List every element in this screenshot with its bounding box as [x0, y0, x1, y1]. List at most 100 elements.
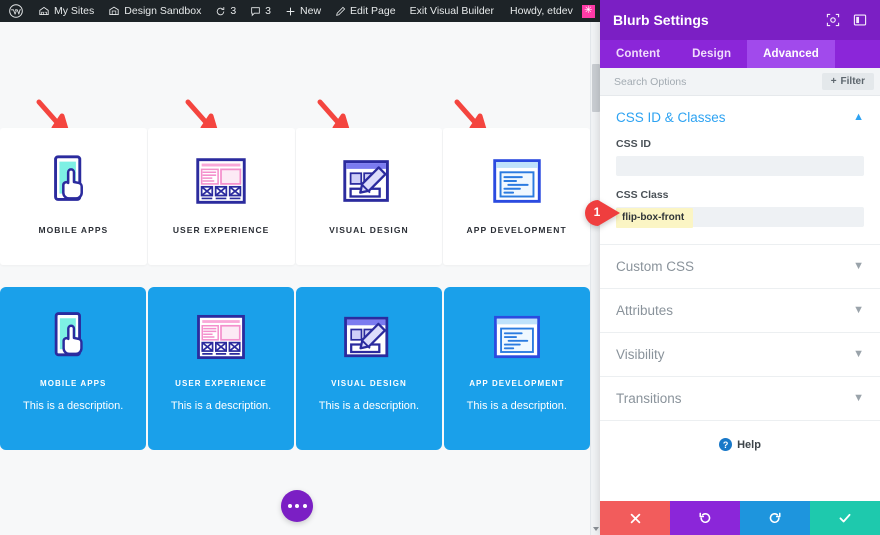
blurb-card-app-development-back[interactable]: APP DEVELOPMENT This is a description. — [443, 287, 590, 450]
check-icon — [838, 511, 852, 525]
mobile-touch-icon — [54, 312, 83, 357]
panel-footer — [600, 501, 880, 535]
blurb-description: This is a description. — [23, 400, 124, 412]
blurb-card-visual-design-back[interactable]: VISUAL DESIGN This is a description. — [295, 287, 443, 450]
admin-bar-updates[interactable]: 3 — [208, 0, 243, 22]
blurb-card-app-development[interactable]: APP DEVELOPMENT — [443, 128, 590, 265]
section-title: Custom CSS — [616, 259, 695, 274]
blurb-title: MOBILE APPS — [40, 379, 107, 388]
blurb-description: This is a description. — [466, 400, 567, 412]
blurb-card-mobile-apps[interactable]: MOBILE APPS — [0, 128, 147, 265]
admin-bar-label: Exit Visual Builder — [409, 5, 495, 17]
code-window-icon — [493, 315, 540, 359]
admin-bar-new[interactable]: New — [278, 0, 328, 22]
blurb-card-mobile-apps-back[interactable]: MOBILE APPS This is a description. — [0, 287, 147, 450]
tab-content[interactable]: Content — [600, 40, 676, 68]
redo-icon — [768, 511, 782, 525]
sites-icon — [38, 5, 50, 17]
redo-button[interactable] — [740, 501, 810, 535]
blurb-settings-panel: Blurb Settings Content Design Advanced +… — [600, 0, 880, 535]
admin-bar-site-name[interactable]: Design Sandbox — [101, 0, 208, 22]
section-title: Visibility — [616, 347, 665, 362]
help-link[interactable]: ? Help — [600, 420, 880, 451]
chevron-down-icon[interactable]: ▼ — [853, 261, 864, 272]
filter-button[interactable]: + Filter — [821, 73, 874, 90]
builder-menu-button[interactable] — [281, 490, 313, 522]
wireframe-icon — [196, 158, 246, 204]
scroll-down-arrow-icon[interactable] — [592, 527, 599, 531]
blurb-title: USER EXPERIENCE — [172, 225, 270, 235]
updates-icon — [215, 6, 226, 17]
blurb-title: USER EXPERIENCE — [175, 379, 267, 388]
admin-bar-my-sites[interactable]: My Sites — [31, 0, 101, 22]
admin-bar-label: Edit Page — [350, 5, 396, 17]
blurb-description: This is a description. — [170, 400, 272, 412]
css-id-input[interactable] — [616, 156, 864, 176]
avatar: ✳ — [581, 4, 595, 18]
admin-bar-label: New — [300, 5, 322, 17]
css-class-input[interactable] — [616, 207, 864, 227]
help-label: Help — [737, 438, 761, 451]
section-visibility[interactable]: Visibility ▼ — [600, 332, 880, 376]
blurb-title: VISUAL DESIGN — [331, 379, 407, 388]
section-header[interactable]: CSS ID & Classes ▲ — [616, 96, 864, 138]
section-custom-css[interactable]: Custom CSS ▼ — [600, 244, 880, 288]
blurb-card-visual-design[interactable]: VISUAL DESIGN — [295, 128, 443, 265]
close-button[interactable] — [600, 501, 670, 535]
admin-bar-label: Design Sandbox — [124, 5, 202, 17]
save-button[interactable] — [810, 501, 880, 535]
panel-header: Blurb Settings — [600, 0, 880, 40]
panel-header-actions — [826, 13, 867, 27]
design-pencil-icon — [343, 160, 389, 202]
chevron-down-icon[interactable]: ▼ — [853, 305, 864, 316]
comments-icon — [250, 6, 261, 17]
panel-body: CSS ID & Classes ▲ CSS ID CSS Class flip… — [600, 96, 880, 501]
section-title: CSS ID & Classes — [616, 110, 726, 125]
admin-bar-wordpress-logo[interactable] — [0, 0, 31, 22]
focus-target-icon[interactable] — [826, 13, 840, 27]
blurb-card-user-experience[interactable]: USER EXPERIENCE — [147, 128, 295, 265]
annotation-marker-1: 1 — [576, 198, 620, 228]
section-title: Transitions — [616, 391, 682, 406]
chevron-down-icon[interactable]: ▼ — [853, 349, 864, 360]
section-css-id-classes: CSS ID & Classes ▲ CSS ID CSS Class flip… — [600, 96, 880, 244]
field-label: CSS Class — [616, 189, 669, 201]
tab-design[interactable]: Design — [676, 40, 747, 68]
undo-icon — [698, 511, 712, 525]
field-css-class: CSS Class flip-box-front — [616, 189, 864, 228]
chevron-down-icon[interactable]: ▼ — [853, 393, 864, 404]
mobile-touch-icon — [54, 155, 84, 201]
dot-icon — [287, 504, 292, 508]
blurb-title: APP DEVELOPMENT — [466, 225, 567, 235]
chevron-up-icon[interactable]: ▲ — [853, 112, 864, 123]
panel-title: Blurb Settings — [613, 12, 709, 28]
admin-bar-label: 3 — [265, 5, 272, 17]
admin-bar-exit-visual-builder[interactable]: Exit Visual Builder — [403, 0, 501, 22]
undo-button[interactable] — [670, 501, 740, 535]
section-attributes[interactable]: Attributes ▼ — [600, 288, 880, 332]
section-title: Attributes — [616, 303, 674, 318]
wordpress-logo-icon — [9, 4, 23, 18]
section-transitions[interactable]: Transitions ▼ — [600, 376, 880, 420]
blurb-card-user-experience-back[interactable]: USER EXPERIENCE This is a description. — [147, 287, 295, 450]
admin-bar-label: 3 — [230, 5, 237, 17]
search-input[interactable] — [614, 75, 822, 88]
design-pencil-icon — [344, 316, 389, 358]
scrollbar-thumb[interactable] — [592, 64, 600, 112]
admin-bar-edit-page[interactable]: Edit Page — [328, 0, 403, 22]
panel-search-bar: + Filter — [600, 68, 880, 96]
field-label: CSS ID — [616, 138, 652, 150]
dot-icon — [302, 504, 307, 508]
canvas-scrollbar[interactable] — [590, 22, 600, 535]
blurb-row-back: MOBILE APPS This is a description. USER … — [0, 287, 590, 450]
page-canvas: MOBILE APPS USER EXPERIENCE VISUAL DESIG… — [0, 22, 590, 535]
admin-bar-howdy[interactable]: Howdy, etdev ✳ — [501, 0, 603, 22]
filter-label: Filter — [840, 76, 865, 87]
blurb-title: APP DEVELOPMENT — [469, 379, 565, 388]
tab-advanced[interactable]: Advanced — [747, 40, 835, 68]
panel-layout-icon[interactable] — [853, 13, 867, 27]
blurb-row-front: MOBILE APPS USER EXPERIENCE VISUAL DESIG… — [0, 128, 590, 265]
pencil-icon — [335, 6, 346, 17]
admin-bar-comments[interactable]: 3 — [243, 0, 278, 22]
blurb-description: This is a description. — [318, 400, 420, 412]
